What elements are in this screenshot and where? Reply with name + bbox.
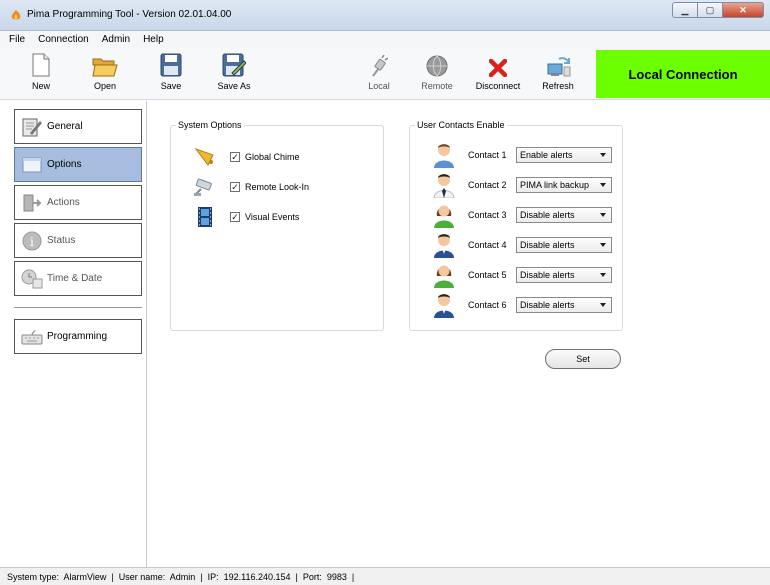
save-button[interactable]: Save	[146, 51, 196, 97]
pencil-notepad-icon	[21, 116, 43, 138]
dropdown-arrow-icon	[600, 303, 606, 307]
nav-options[interactable]: Options	[14, 147, 142, 182]
status-bar: System type: AlarmView | User name: Admi…	[0, 567, 770, 585]
open-button[interactable]: Open	[80, 51, 130, 97]
floppy-disk-pencil-icon	[222, 53, 246, 77]
contact-row: Contact 5 Disable alerts	[432, 262, 612, 288]
option-global-chime: Global Chime	[193, 146, 300, 168]
user-contacts-group: User Contacts Enable Contact 1 Enable al…	[409, 120, 623, 331]
nav-programming[interactable]: Programming	[14, 319, 142, 354]
title-bar: Pima Programming Tool - Version 02.01.04…	[0, 0, 770, 31]
contact-row: Contact 1 Enable alerts	[432, 142, 612, 168]
global-chime-checkbox[interactable]	[230, 152, 240, 162]
local-button[interactable]: Local	[354, 51, 404, 97]
nav-status[interactable]: i Status	[14, 223, 142, 258]
contact-3-alert-select[interactable]: Disable alerts	[516, 207, 612, 223]
menu-file[interactable]: File	[9, 34, 25, 45]
new-button[interactable]: New	[16, 51, 66, 97]
option-visual-events: Visual Events	[193, 206, 299, 228]
svg-text:i: i	[30, 235, 34, 249]
contact-1-alert-select[interactable]: Enable alerts	[516, 147, 612, 163]
nav-actions[interactable]: Actions	[14, 185, 142, 220]
options-panel: System Options Global Chime Remote Look-…	[148, 101, 770, 567]
save-as-button[interactable]: Save As	[209, 51, 259, 97]
refresh-button[interactable]: Refresh	[533, 51, 583, 97]
dropdown-arrow-icon	[600, 213, 606, 217]
film-icon	[193, 206, 217, 228]
nav-general[interactable]: General	[14, 109, 142, 144]
contact-4-alert-select[interactable]: Disable alerts	[516, 237, 612, 253]
red-x-icon	[489, 59, 507, 77]
contact-row: Contact 2 PIMA link backup	[432, 172, 612, 198]
dropdown-arrow-icon	[600, 183, 606, 187]
user-suit-icon	[434, 294, 454, 318]
dropdown-arrow-icon	[600, 153, 606, 157]
contact-row: Contact 3 Disable alerts	[432, 202, 612, 228]
menu-help[interactable]: Help	[143, 34, 164, 45]
remote-look-in-checkbox[interactable]	[230, 182, 240, 192]
sidebar-divider	[14, 307, 142, 308]
minimize-button[interactable]: ▁	[672, 2, 698, 18]
set-button[interactable]: Set	[545, 349, 621, 369]
maximize-button[interactable]: ▢	[697, 2, 723, 18]
options-window-icon	[21, 154, 43, 176]
option-remote-look-in: Remote Look-In	[193, 176, 309, 198]
menu-bar: File Connection Admin Help	[0, 31, 770, 48]
contact-5-alert-select[interactable]: Disable alerts	[516, 267, 612, 283]
window-title: Pima Programming Tool - Version 02.01.04…	[27, 9, 232, 20]
status-text: System type: AlarmView | User name: Admi…	[7, 571, 355, 582]
user-tie-icon	[433, 174, 455, 198]
connection-status-banner: Local Connection	[596, 50, 770, 98]
contact-row: Contact 6 Disable alerts	[432, 292, 612, 318]
remote-button[interactable]: Remote	[412, 51, 462, 97]
keyboard-icon	[21, 326, 43, 348]
dropdown-arrow-icon	[600, 273, 606, 277]
menu-connection[interactable]: Connection	[38, 34, 89, 45]
bell-icon	[193, 146, 217, 168]
camera-icon	[193, 176, 217, 198]
plug-icon	[372, 55, 388, 77]
disconnect-button[interactable]: Disconnect	[473, 51, 523, 97]
app-icon	[11, 10, 21, 20]
contact-row: Contact 4 Disable alerts	[432, 232, 612, 258]
globe-icon	[426, 55, 448, 77]
folder-open-icon	[92, 58, 118, 77]
sidebar: General Options Actions i Status Time & …	[9, 101, 147, 567]
info-icon: i	[21, 230, 43, 252]
user-icon	[434, 144, 454, 168]
contact-6-alert-select[interactable]: Disable alerts	[516, 297, 612, 313]
nav-time-date[interactable]: Time & Date	[14, 261, 142, 296]
contact-2-alert-select[interactable]: PIMA link backup	[516, 177, 612, 193]
dropdown-arrow-icon	[600, 243, 606, 247]
door-exit-icon	[21, 192, 43, 214]
new-file-icon	[32, 53, 50, 77]
clock-calendar-icon	[21, 268, 43, 290]
user-suit-icon	[434, 234, 454, 258]
floppy-disk-icon	[160, 53, 182, 77]
user-female-icon	[434, 205, 454, 228]
user-female-icon	[434, 265, 454, 288]
close-button[interactable]: ✕	[722, 2, 764, 18]
menu-admin[interactable]: Admin	[102, 34, 130, 45]
system-options-group: System Options Global Chime Remote Look-…	[170, 120, 384, 331]
refresh-computer-icon	[547, 57, 571, 77]
visual-events-checkbox[interactable]	[230, 212, 240, 222]
